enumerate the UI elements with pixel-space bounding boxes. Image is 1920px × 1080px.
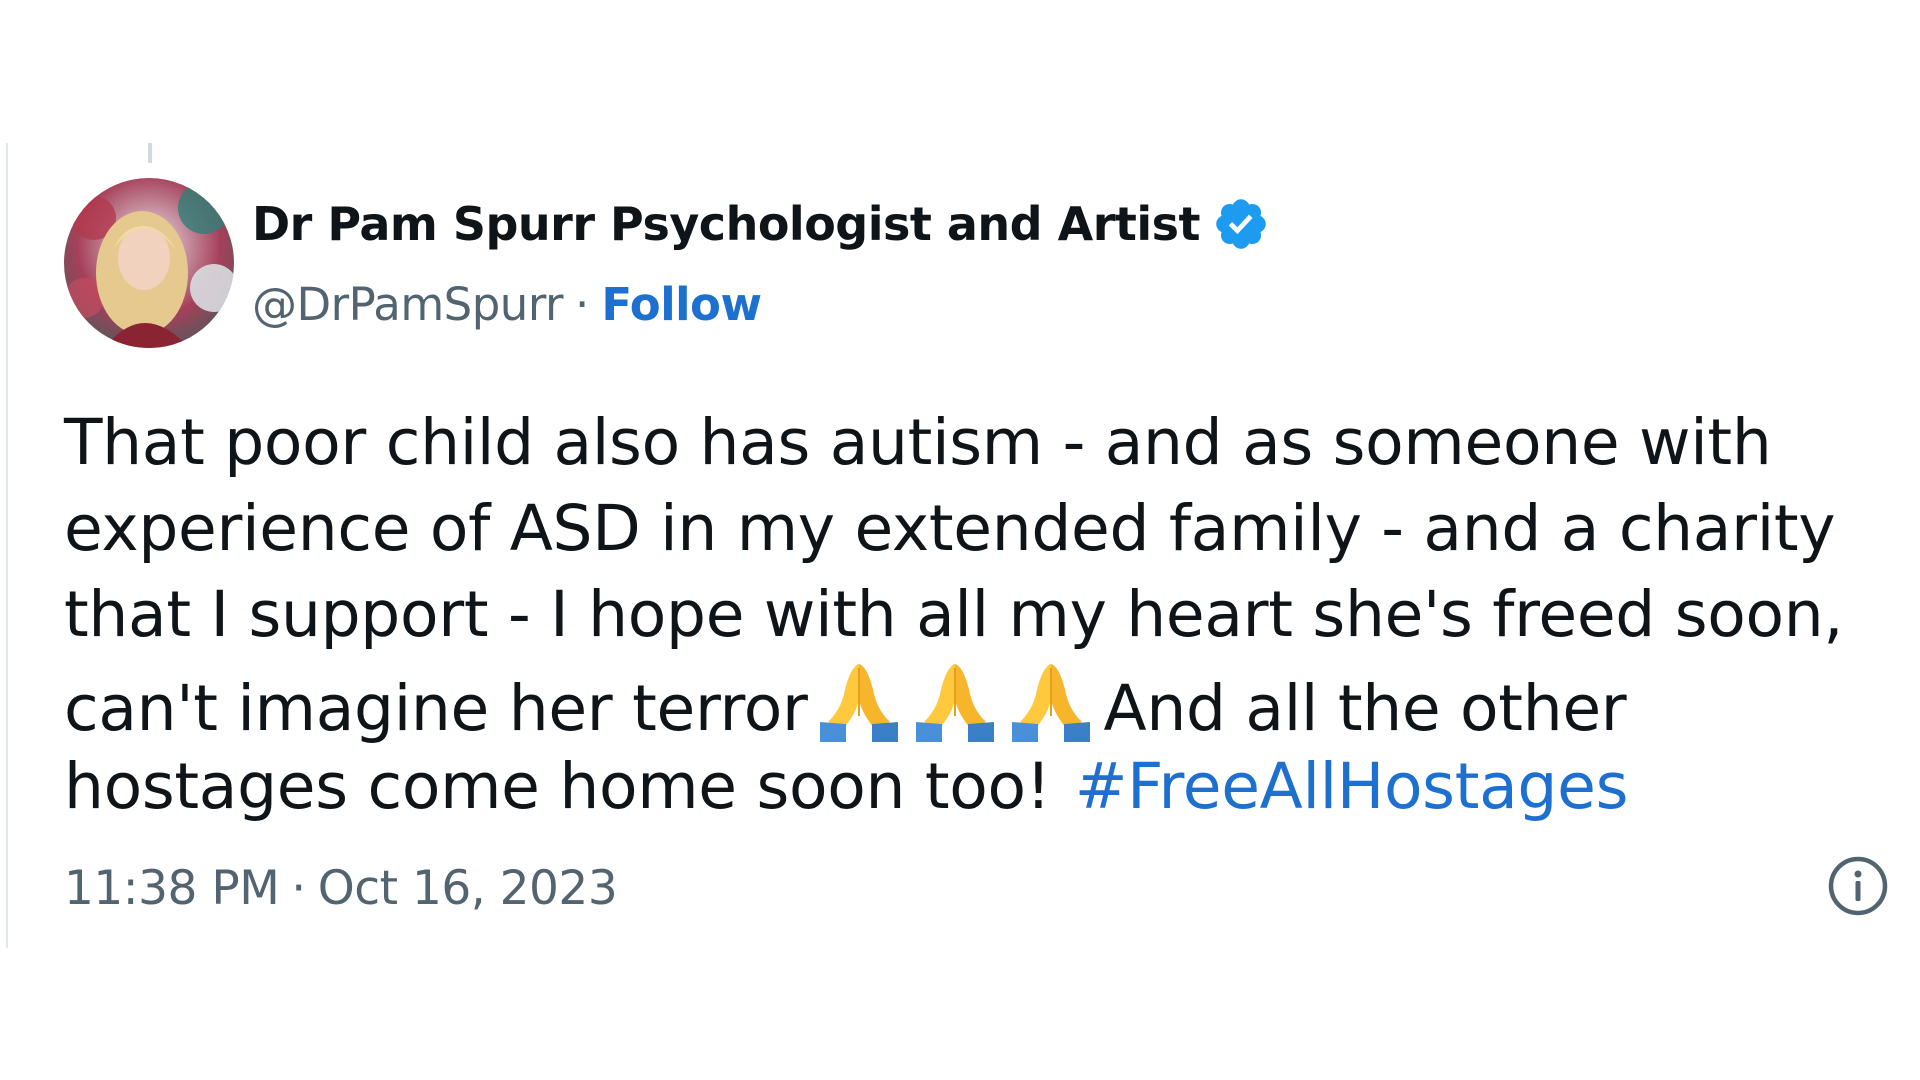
info-icon[interactable] [1826, 854, 1890, 918]
folded-hands-emoji [1011, 664, 1090, 742]
tweet-line-with-hashtag: hostages come home soon too! #FreeAllHost… [64, 744, 1884, 830]
tweet-text: That poor child also has autism - and as… [64, 400, 1884, 830]
info-icon-glyph [1828, 856, 1888, 916]
tweet-line-with-emoji: can't imagine her terror And all the othe… [64, 658, 1884, 745]
verified-badge-icon [1216, 199, 1266, 249]
separator-dot: · [575, 277, 590, 331]
tweet-line-part: hostages come home soon too! [64, 750, 1051, 823]
follow-button[interactable]: Follow [601, 278, 762, 331]
author-name-row: Dr Pam Spurr Psychologist and Artist [252, 194, 1270, 254]
tweet-line: that I support - I hope with all my hear… [64, 578, 1844, 651]
folded-hands-emoji [915, 664, 994, 742]
tweet-line: That poor child also has autism - and as… [64, 406, 1772, 479]
timestamp-date: Oct 16, 2023 [317, 860, 618, 916]
timestamp-time: 11:38 PM [64, 860, 280, 916]
avatar[interactable] [64, 178, 234, 348]
thread-connector [148, 143, 152, 163]
tweet-line-part: And all the other [1103, 672, 1627, 745]
tweet-line: experience of ASD in my extended family … [64, 492, 1836, 565]
profile-avatar-icon [64, 178, 234, 348]
author-handle-row: @DrPamSpurr · Follow [252, 274, 762, 334]
emoji-group [814, 658, 1096, 744]
timestamp[interactable]: 11:38 PM · Oct 16, 2023 [64, 855, 618, 921]
folded-hands-emoji [819, 664, 898, 742]
author-display-name[interactable]: Dr Pam Spurr Psychologist and Artist [252, 197, 1201, 251]
tweet-line-part: can't imagine her terror [64, 672, 808, 745]
separator-dot: · [291, 860, 306, 916]
hashtag-link[interactable]: #FreeAllHostages [1075, 750, 1629, 823]
author-handle[interactable]: @DrPamSpurr [252, 278, 564, 331]
